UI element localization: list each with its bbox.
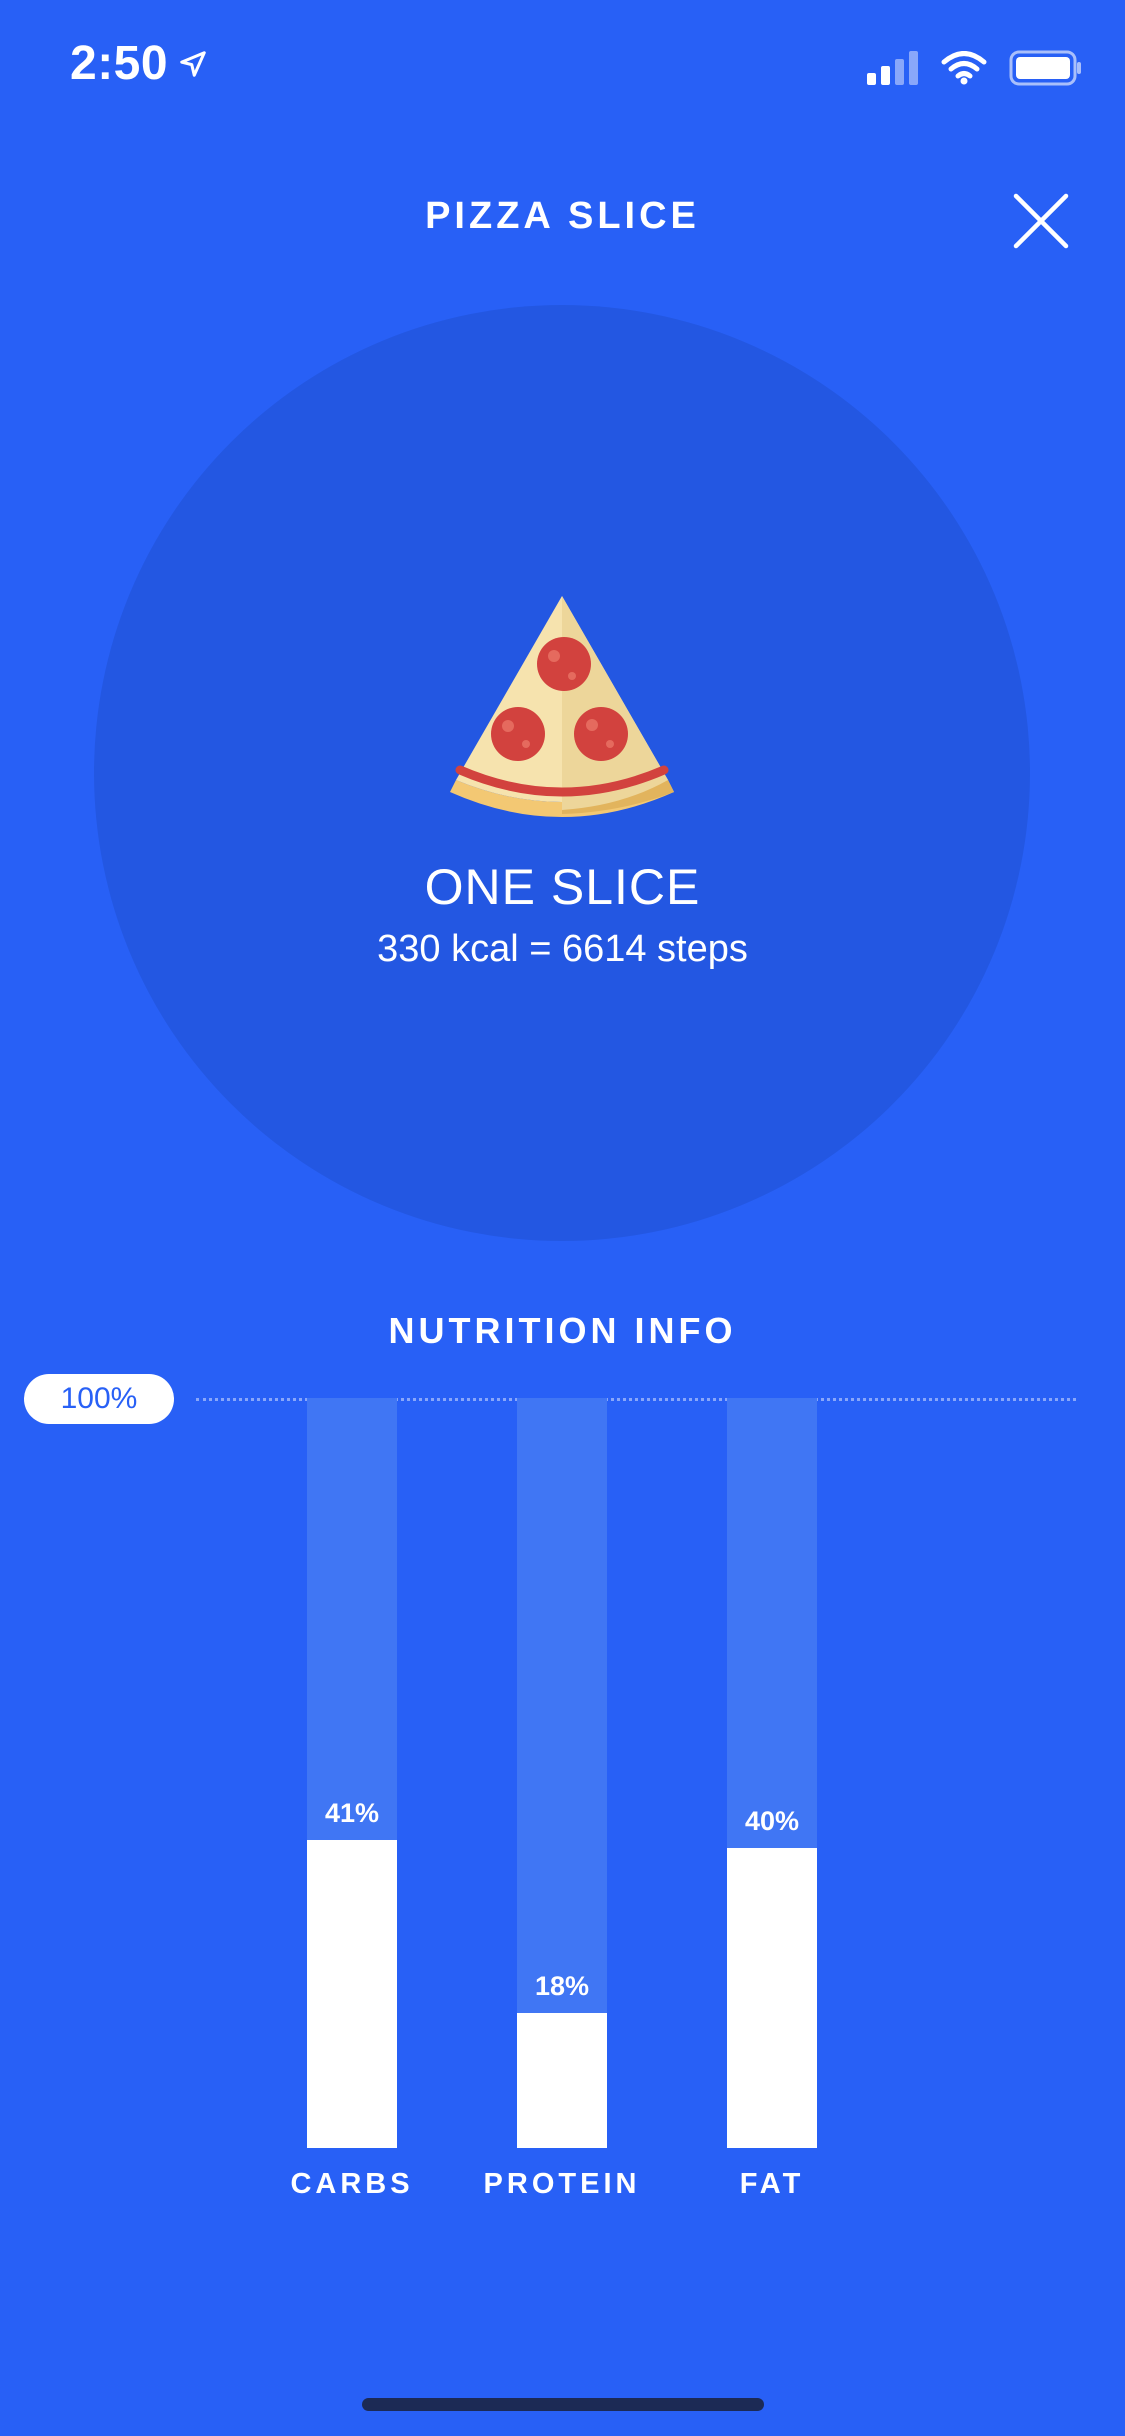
serving-name: ONE SLICE (424, 859, 701, 915)
bar-value-label: 40% (744, 1806, 800, 1836)
status-bar: 2:50 (0, 0, 1125, 140)
calorie-equivalent: 330 kcal = 6614 steps (377, 928, 748, 970)
bar-category-label: PROTEIN (483, 2168, 641, 2200)
bar-fill (307, 1840, 397, 2148)
bar-protein: 18% (517, 1398, 607, 2148)
bar-value-label: 18% (534, 1971, 590, 2001)
bar-value-label: 41% (324, 1798, 380, 1828)
status-icons (867, 50, 1083, 86)
home-indicator[interactable] (362, 2398, 764, 2411)
bar-fill (727, 1848, 817, 2148)
status-time: 2:50 (70, 36, 208, 91)
location-arrow-icon (180, 50, 206, 77)
bar-fat: 40% (727, 1398, 817, 2148)
pizza-slice-icon (450, 596, 674, 817)
bar-category-label: CARBS (290, 2168, 414, 2200)
battery-icon (1009, 50, 1081, 86)
close-icon (1013, 193, 1069, 249)
close-button[interactable] (1010, 190, 1072, 252)
page-title: PIZZA SLICE (425, 195, 700, 237)
status-time-text: 2:50 (70, 37, 169, 90)
bar-category-label: FAT (739, 2168, 805, 2200)
bar-carbs: 41% (307, 1398, 397, 2148)
wifi-icon (941, 51, 987, 85)
nutrition-title: NUTRITION INFO (388, 1310, 737, 1351)
max-value-pill: 100% (24, 1374, 174, 1424)
cellular-signal-icon (867, 51, 918, 85)
bar-fill (517, 2013, 607, 2148)
